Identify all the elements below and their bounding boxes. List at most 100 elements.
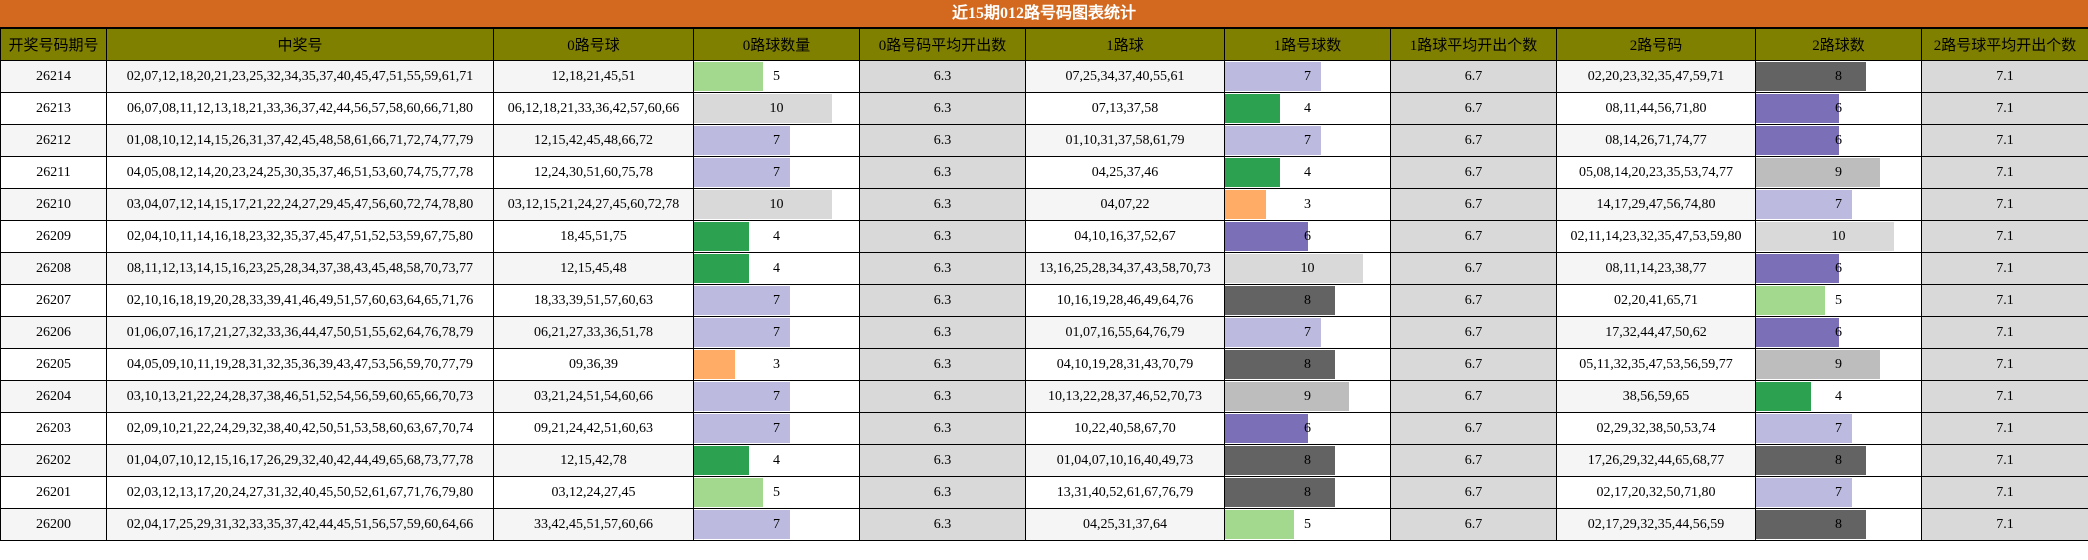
r2-cell: 14,17,29,47,56,74,80 [1556, 188, 1756, 221]
r2-avg-cell: 7.1 [1921, 60, 2088, 93]
numbers-cell: 04,05,09,10,11,19,28,31,32,35,36,39,43,4… [106, 348, 494, 381]
count-value: 6 [1835, 100, 1842, 116]
header-r0: 0路号球 [493, 28, 694, 61]
issue-cell: 26208 [0, 252, 107, 285]
count-value: 9 [1835, 356, 1842, 372]
r2-cell: 02,11,14,23,32,35,47,53,59,80 [1556, 220, 1756, 253]
r0-cell: 12,15,42,45,48,66,72 [493, 124, 694, 157]
header-numbers: 中奖号 [106, 28, 494, 61]
r0-cell: 18,45,51,75 [493, 220, 694, 253]
count-bar [694, 62, 763, 91]
header-r2-avg: 2路号球平均开出个数 [1921, 28, 2088, 61]
issue-cell: 26212 [0, 124, 107, 157]
numbers-cell: 04,05,08,12,14,20,23,24,25,30,35,37,46,5… [106, 156, 494, 189]
r0-cell: 09,21,24,42,51,60,63 [493, 412, 694, 445]
count-value: 6 [1835, 132, 1842, 148]
r0-avg-cell: 6.3 [859, 156, 1026, 189]
r2-cell: 02,17,29,32,35,44,56,59 [1556, 508, 1756, 541]
count-bar [1225, 94, 1280, 123]
count-bar [1756, 510, 1866, 539]
count-bar [694, 222, 749, 251]
r1-avg-cell: 6.7 [1390, 220, 1557, 253]
r1-count-cell: 4 [1224, 92, 1391, 125]
count-value: 5 [1835, 292, 1842, 308]
count-bar [694, 94, 832, 123]
r1-avg-cell: 6.7 [1390, 124, 1557, 157]
r0-count-cell: 4 [693, 252, 860, 285]
issue-cell: 26202 [0, 444, 107, 477]
r1-count-cell: 9 [1224, 380, 1391, 413]
count-bar [694, 254, 749, 283]
issue-cell: 26205 [0, 348, 107, 381]
count-bar [1225, 254, 1363, 283]
table-row: 26200 02,04,17,25,29,31,32,33,35,37,42,44… [0, 508, 2088, 541]
count-value: 7 [773, 164, 780, 180]
r2-avg-cell: 7.1 [1921, 476, 2088, 509]
numbers-cell: 01,06,07,16,17,21,27,32,33,36,44,47,50,5… [106, 316, 494, 349]
table-row: 26209 02,04,10,11,14,16,18,23,32,35,37,45… [0, 220, 2088, 253]
count-value: 8 [1835, 68, 1842, 84]
r0-avg-cell: 6.3 [859, 188, 1026, 221]
r2-count-cell: 8 [1755, 444, 1922, 477]
table-row: 26208 08,11,12,13,14,15,16,23,25,28,34,37… [0, 252, 2088, 285]
r0-count-cell: 7 [693, 412, 860, 445]
r1-cell: 10,13,22,28,37,46,52,70,73 [1025, 380, 1225, 413]
r1-avg-cell: 6.7 [1390, 412, 1557, 445]
count-value: 9 [1835, 164, 1842, 180]
issue-cell: 26210 [0, 188, 107, 221]
count-bar [1225, 286, 1335, 315]
issue-cell: 26203 [0, 412, 107, 445]
r2-avg-cell: 7.1 [1921, 412, 2088, 445]
r2-avg-cell: 7.1 [1921, 156, 2088, 189]
r2-avg-cell: 7.1 [1921, 284, 2088, 317]
r2-count-cell: 9 [1755, 348, 1922, 381]
r2-avg-cell: 7.1 [1921, 188, 2088, 221]
count-value: 8 [1304, 292, 1311, 308]
numbers-cell: 03,04,07,12,14,15,17,21,22,24,27,29,45,4… [106, 188, 494, 221]
count-bar [1756, 382, 1811, 411]
issue-cell: 26206 [0, 316, 107, 349]
count-bar [1756, 350, 1880, 379]
table-row: 26210 03,04,07,12,14,15,17,21,22,24,27,29… [0, 188, 2088, 221]
r1-count-cell: 3 [1224, 188, 1391, 221]
count-bar [694, 350, 736, 379]
count-value: 10 [769, 100, 784, 116]
count-value: 3 [1304, 196, 1311, 212]
r0-count-cell: 7 [693, 284, 860, 317]
r2-cell: 08,11,44,56,71,80 [1556, 92, 1756, 125]
table-body: 26214 02,07,12,18,20,21,23,25,32,34,35,37… [0, 60, 2088, 541]
r2-count-cell: 6 [1755, 92, 1922, 125]
r1-avg-cell: 6.7 [1390, 380, 1557, 413]
r0-count-cell: 3 [693, 348, 860, 381]
r0-cell: 33,42,45,51,57,60,66 [493, 508, 694, 541]
header-r2: 2路号码 [1556, 28, 1756, 61]
r0-count-cell: 4 [693, 220, 860, 253]
count-value: 4 [773, 260, 780, 276]
count-value: 6 [1304, 228, 1311, 244]
r0-avg-cell: 6.3 [859, 92, 1026, 125]
r1-cell: 04,07,22 [1025, 188, 1225, 221]
r2-cell: 05,08,14,20,23,35,53,74,77 [1556, 156, 1756, 189]
r0-count-cell: 5 [693, 60, 860, 93]
count-bar [1225, 446, 1335, 475]
r2-avg-cell: 7.1 [1921, 124, 2088, 157]
r2-cell: 02,17,20,32,50,71,80 [1556, 476, 1756, 509]
count-value: 9 [1304, 388, 1311, 404]
r1-cell: 04,25,31,37,64 [1025, 508, 1225, 541]
count-value: 7 [1835, 420, 1842, 436]
count-bar [1225, 414, 1308, 443]
header-issue: 开奖号码期号 [0, 28, 107, 61]
count-value: 10 [769, 196, 784, 212]
r0-avg-cell: 6.3 [859, 124, 1026, 157]
r1-cell: 13,31,40,52,61,67,76,79 [1025, 476, 1225, 509]
r2-count-cell: 4 [1755, 380, 1922, 413]
count-value: 8 [1304, 356, 1311, 372]
r0-cell: 12,24,30,51,60,75,78 [493, 156, 694, 189]
r1-avg-cell: 6.7 [1390, 476, 1557, 509]
r0-cell: 06,12,18,21,33,36,42,57,60,66 [493, 92, 694, 125]
count-bar [1756, 126, 1839, 155]
table-row: 26201 02,03,12,13,17,20,24,27,31,32,40,45… [0, 476, 2088, 509]
count-value: 8 [1304, 484, 1311, 500]
r2-avg-cell: 7.1 [1921, 380, 2088, 413]
count-bar [1756, 222, 1894, 251]
